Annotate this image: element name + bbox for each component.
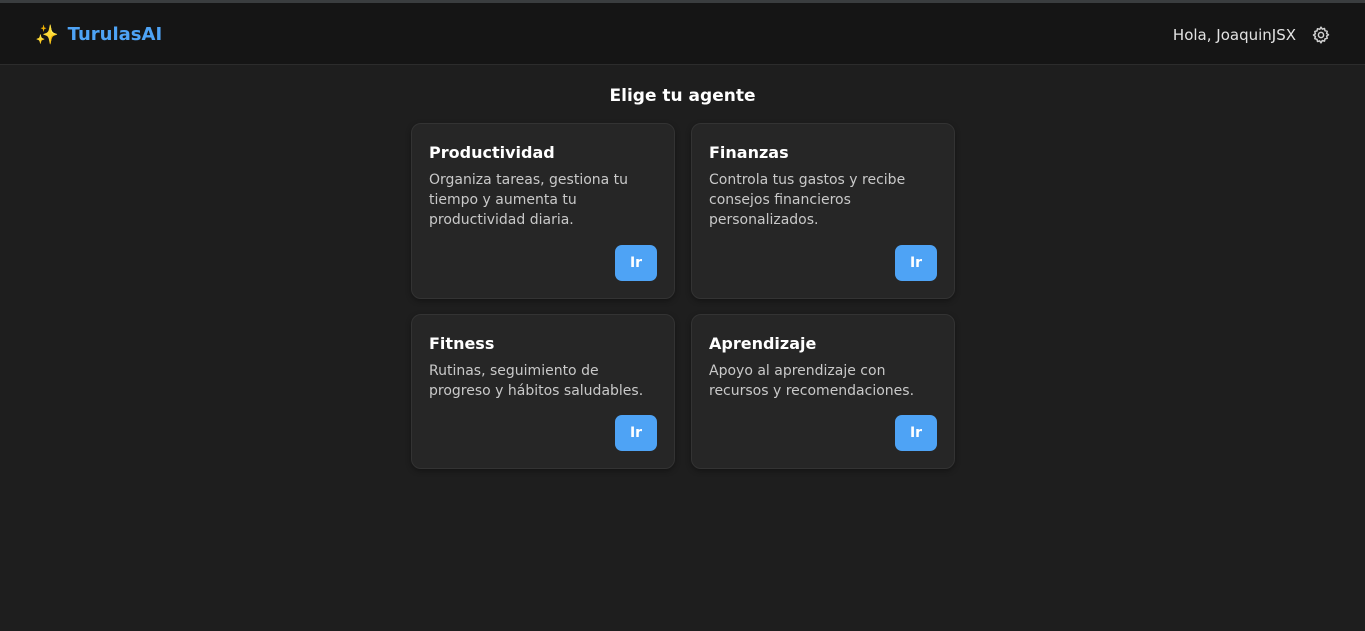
agent-card-description: Apoyo al aprendizaje con recursos y reco… [709, 363, 915, 399]
agent-card-fitness: Fitness Rutinas, seguimiento de progreso… [411, 314, 675, 469]
agent-card-title: Fitness [429, 334, 495, 353]
agent-card-description: Controla tus gastos y recibe consejos fi… [709, 172, 906, 228]
agent-card-description: Rutinas, seguimiento de progreso y hábit… [429, 363, 644, 399]
agent-card-finanzas: Finanzas Controla tus gastos y recibe co… [691, 123, 955, 299]
brand[interactable]: ✨ TurulasAI [35, 23, 162, 47]
go-fitness-button[interactable]: Ir [615, 415, 657, 451]
brand-name[interactable]: TurulasAI [68, 23, 162, 47]
agent-card-aprendizaje: Aprendizaje Apoyo al aprendizaje con rec… [691, 314, 955, 469]
go-aprendizaje-button[interactable]: Ir [895, 415, 937, 451]
agent-card-title: Aprendizaje [709, 334, 817, 353]
top-bar: ✨ TurulasAI Hola, JoaquinJSX [0, 3, 1365, 65]
go-finanzas-button[interactable]: Ir [895, 245, 937, 281]
sparkles-icon: ✨ [35, 24, 59, 46]
page-title: Elige tu agente [609, 86, 756, 106]
agent-card-description: Organiza tareas, gestiona tu tiempo y au… [429, 172, 629, 228]
agent-card-productividad: Productividad Organiza tareas, gestiona … [411, 123, 675, 299]
go-productividad-button[interactable]: Ir [615, 245, 657, 281]
gear-icon[interactable] [1311, 25, 1331, 45]
user-greeting: Hola, JoaquinJSX [1172, 26, 1296, 44]
agent-card-title: Finanzas [709, 143, 789, 162]
agent-card-title: Productividad [429, 143, 555, 162]
